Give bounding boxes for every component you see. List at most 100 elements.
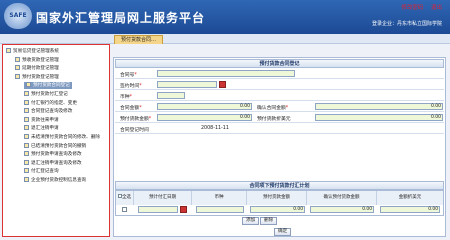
col-currency: 币种 (192, 191, 247, 205)
sidebar-item-label: 货款往来申请 (31, 117, 59, 123)
sidebar-tree: 贸易信贷登记管理系统预收货款登记管理 延期付款登记管理 预付货款登记管理预付货款合同… (2, 44, 110, 237)
folder-icon (24, 91, 29, 96)
page-title: 国家外汇管理局网上服务平台 (36, 11, 206, 25)
folder-icon (24, 125, 29, 131)
delete-button[interactable]: 删除 (260, 217, 278, 225)
sidebar-item[interactable]: 付汇银行的指定、变更 (24, 99, 77, 107)
sidebar-item-label: 合同登记查询及修改 (31, 109, 73, 115)
folder-icon (24, 159, 29, 165)
folder-icon (24, 177, 29, 182)
row-sign-time: 签约时间* (115, 80, 444, 90)
add-button[interactable]: 添加 (242, 217, 260, 225)
change-password-link[interactable]: 修改密码 (401, 5, 423, 11)
prepay-input[interactable]: 0.00 (157, 114, 252, 121)
sidebar-item[interactable]: 预付货款合同登记 (24, 82, 72, 90)
sidebar-item[interactable]: 未结清预付货款合同的修改、删除 (24, 134, 100, 141)
folder-icon (24, 99, 29, 105)
plan-row: 0.00 0.00 0.00 (115, 204, 444, 216)
sidebar-item-label: 预付货款申请查询及修改 (31, 152, 82, 158)
row-currency: 币种* (115, 91, 444, 101)
row-reg-time: 合同登记时间 2008-11-11 (115, 124, 444, 134)
folder-icon (6, 48, 11, 53)
folder-icon (15, 56, 20, 62)
currency-label: 币种* (120, 95, 133, 100)
tab-bar: 预付货款合同… (0, 34, 450, 44)
logout-link[interactable]: 退出 (431, 5, 442, 11)
plan-usd-input[interactable]: 0.00 (380, 206, 440, 213)
sidebar-item[interactable]: 合同登记查询及修改 (24, 108, 72, 115)
folder-icon (24, 151, 29, 157)
form-title: 预付货款合同登记 (115, 59, 444, 68)
col-prepay-amount: 预付货款金额 (247, 191, 307, 205)
folder-icon (15, 65, 20, 71)
reg-time-label: 合同登记时间 (120, 128, 149, 133)
sidebar-item-label: 预收货款登记管理 (22, 57, 59, 63)
col-pay-date: 预计付汇日期 (134, 191, 192, 205)
plan-currency-select[interactable] (196, 206, 244, 213)
row-amount: 合同金额* 0.00 确认合同金额* 0.00 (115, 102, 444, 112)
folder-icon (15, 73, 20, 79)
calendar-icon[interactable] (219, 81, 226, 88)
plan-title: 合同项下预付货款付汇计划 (115, 181, 444, 190)
calendar-icon[interactable] (180, 206, 187, 213)
reg-time-value: 2008-11-11 (201, 126, 229, 131)
tab-prepay-contract[interactable]: 预付货款合同… (114, 35, 164, 44)
plan-confirm-input[interactable]: 0.00 (310, 206, 374, 213)
confirm-amount-label: 确认合同金额* (257, 106, 289, 111)
col-usd: 金额折美元 (377, 191, 443, 205)
sidebar-item[interactable]: 预收货款登记管理 (15, 56, 59, 64)
plan-prepay-input[interactable]: 0.00 (250, 206, 305, 213)
prepay-label: 预付货款金额* (120, 117, 152, 122)
sidebar-item[interactable]: 贸易信贷登记管理系统 (6, 48, 59, 55)
sidebar-item-label: 退汇注销申请 (31, 126, 59, 132)
contract-no-input[interactable] (157, 70, 295, 77)
sidebar-item[interactable]: 企业预付货款控制信息查询 (24, 177, 86, 184)
app-header: SAFE 国家外汇管理局网上服务平台 修改密码 退出 登录企业：丹东市私立国际学… (0, 0, 450, 34)
folder-icon (24, 142, 29, 148)
sidebar-item[interactable]: 预付货款申请查询及修改 (24, 151, 82, 158)
sidebar-item[interactable]: 退汇注销申请 (24, 125, 59, 132)
row-checkbox[interactable] (122, 207, 127, 212)
form-panel: 预付货款合同登记 合同号* 签约时间* 币种* 合同金额* 0.00 确认合同金… (113, 57, 446, 237)
amount-label: 合同金额* (120, 106, 142, 111)
confirm-button[interactable]: 确定 (274, 228, 292, 236)
sidebar-item-label: 企业预付货款控制信息查询 (31, 178, 87, 183)
sidebar-item[interactable]: 已结清预付货款合同的撤销 (24, 142, 87, 150)
sidebar-item[interactable]: 货款往来申请 (24, 116, 59, 124)
sidebar-item[interactable]: 预付货款付汇登记 (24, 91, 68, 98)
sidebar-item-label: 贸易信贷登记管理系统 (13, 49, 59, 54)
folder-icon (24, 108, 29, 114)
folder-icon (24, 168, 29, 174)
sidebar-item-label: 预付货款合同登记 (33, 83, 70, 89)
company-label: 登录企业：丹东市私立国际学院 (371, 21, 442, 27)
sidebar-item-label: 付汇登记查询 (31, 169, 59, 175)
row-prepay: 预付货款金额* 0.00 预付货款折美元 0.00 (115, 113, 444, 123)
select-all-header[interactable]: 全选 (116, 191, 134, 205)
row-contract-no: 合同号* (115, 69, 444, 79)
folder-icon (26, 82, 31, 88)
sign-time-label: 签约时间* (120, 84, 142, 89)
sidebar-item-label: 退汇注销申请查询及修改 (31, 160, 82, 166)
plan-date-input[interactable] (138, 206, 178, 213)
contract-no-label: 合同号* (120, 73, 137, 78)
sidebar-item-label: 延期付款登记管理 (22, 66, 59, 72)
plan-table-header: 全选 预计付汇日期 币种 预付货款金额 确认预付货款金额 金额折美元 (115, 190, 444, 205)
top-links: 修改密码 退出 (395, 3, 442, 11)
confirm-amount-input[interactable]: 0.00 (315, 103, 443, 110)
sidebar-item-label: 已结清预付货款合同的撤销 (31, 143, 87, 149)
usd-input[interactable]: 0.00 (315, 114, 443, 121)
amount-input[interactable]: 0.00 (157, 103, 252, 110)
sidebar-item-label: 预付货款登记管理 (22, 74, 59, 80)
sidebar-item[interactable]: 延期付款登记管理 (15, 65, 59, 72)
sidebar-item[interactable]: 付汇登记查询 (24, 168, 59, 175)
folder-icon (24, 134, 29, 139)
usd-label: 预付货款折美元 (257, 117, 291, 122)
col-confirm-amount: 确认预付货款金额 (307, 191, 377, 205)
sidebar-item[interactable]: 退汇注销申请查询及修改 (24, 159, 82, 167)
sidebar-item-label: 预付货款付汇登记 (31, 92, 68, 97)
currency-select[interactable] (157, 92, 185, 99)
sidebar-item[interactable]: 预付货款登记管理 (15, 73, 59, 81)
sidebar-item-label: 未结清预付货款合同的修改、删除 (31, 135, 100, 140)
sidebar-item-label: 付汇银行的指定、变更 (31, 100, 77, 106)
sign-time-input[interactable] (157, 81, 217, 88)
